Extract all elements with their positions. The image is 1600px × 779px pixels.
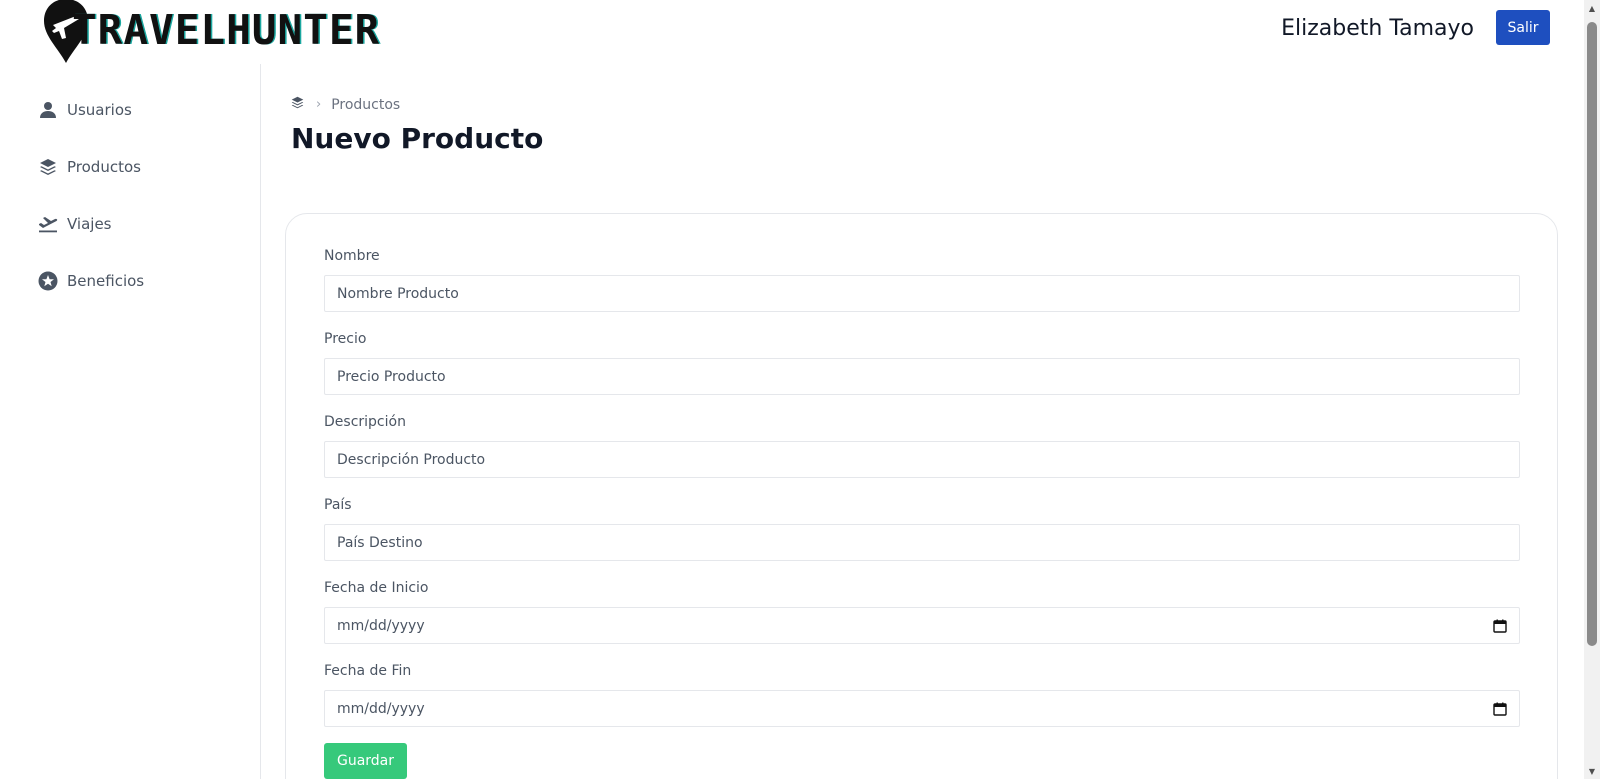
calendar-icon[interactable] (1493, 619, 1507, 633)
descripcion-label: Descripción (324, 414, 406, 430)
sidebar-item-viajes[interactable]: Viajes (38, 212, 112, 236)
date-placeholder: mm/dd/yyyy (337, 700, 425, 717)
chevron-right-icon: › (316, 97, 322, 112)
nombre-label: Nombre (324, 248, 380, 264)
descripcion-input[interactable] (324, 441, 1520, 478)
sidebar-item-productos[interactable]: Productos (38, 155, 141, 179)
sidebar-item-label: Productos (67, 158, 141, 176)
user-name: Elizabeth Tamayo (1281, 16, 1474, 41)
page-title: Nuevo Producto (291, 122, 544, 155)
sidebar-item-label: Viajes (67, 215, 112, 233)
vertical-scrollbar[interactable]: ▲ ▼ (1584, 0, 1600, 779)
sidebar: Usuarios Productos Viajes Beneficios (0, 64, 261, 779)
scrollbar-thumb[interactable] (1587, 22, 1597, 646)
plane-departure-icon (38, 214, 58, 234)
user-icon (38, 100, 58, 120)
sidebar-item-label: Usuarios (67, 101, 132, 119)
breadcrumb: › Productos (291, 96, 400, 113)
precio-input[interactable] (324, 358, 1520, 395)
layers-icon (38, 157, 58, 177)
date-placeholder: mm/dd/yyyy (337, 617, 425, 634)
save-button[interactable]: Guardar (324, 743, 407, 779)
logout-button[interactable]: Salir (1496, 10, 1550, 45)
scroll-down-arrow-icon[interactable]: ▼ (1584, 763, 1600, 779)
star-circle-icon (38, 271, 58, 291)
fecha-fin-input[interactable]: mm/dd/yyyy (324, 690, 1520, 727)
pais-label: País (324, 497, 352, 513)
brand-name: TRAVELHUNTER (72, 6, 381, 54)
sidebar-item-usuarios[interactable]: Usuarios (38, 98, 132, 122)
calendar-icon[interactable] (1493, 702, 1507, 716)
sidebar-item-beneficios[interactable]: Beneficios (38, 269, 144, 293)
pais-input[interactable] (324, 524, 1520, 561)
breadcrumb-current[interactable]: Productos (331, 97, 400, 113)
sidebar-item-label: Beneficios (67, 272, 145, 290)
precio-label: Precio (324, 331, 367, 347)
nombre-input[interactable] (324, 275, 1520, 312)
scroll-up-arrow-icon[interactable]: ▲ (1584, 0, 1600, 16)
layers-icon[interactable] (291, 96, 304, 113)
fecha-fin-label: Fecha de Fin (324, 663, 412, 679)
fecha-inicio-label: Fecha de Inicio (324, 580, 429, 596)
top-bar: TRAVELHUNTER Elizabeth Tamayo Salir (0, 0, 1584, 64)
fecha-inicio-input[interactable]: mm/dd/yyyy (324, 607, 1520, 644)
